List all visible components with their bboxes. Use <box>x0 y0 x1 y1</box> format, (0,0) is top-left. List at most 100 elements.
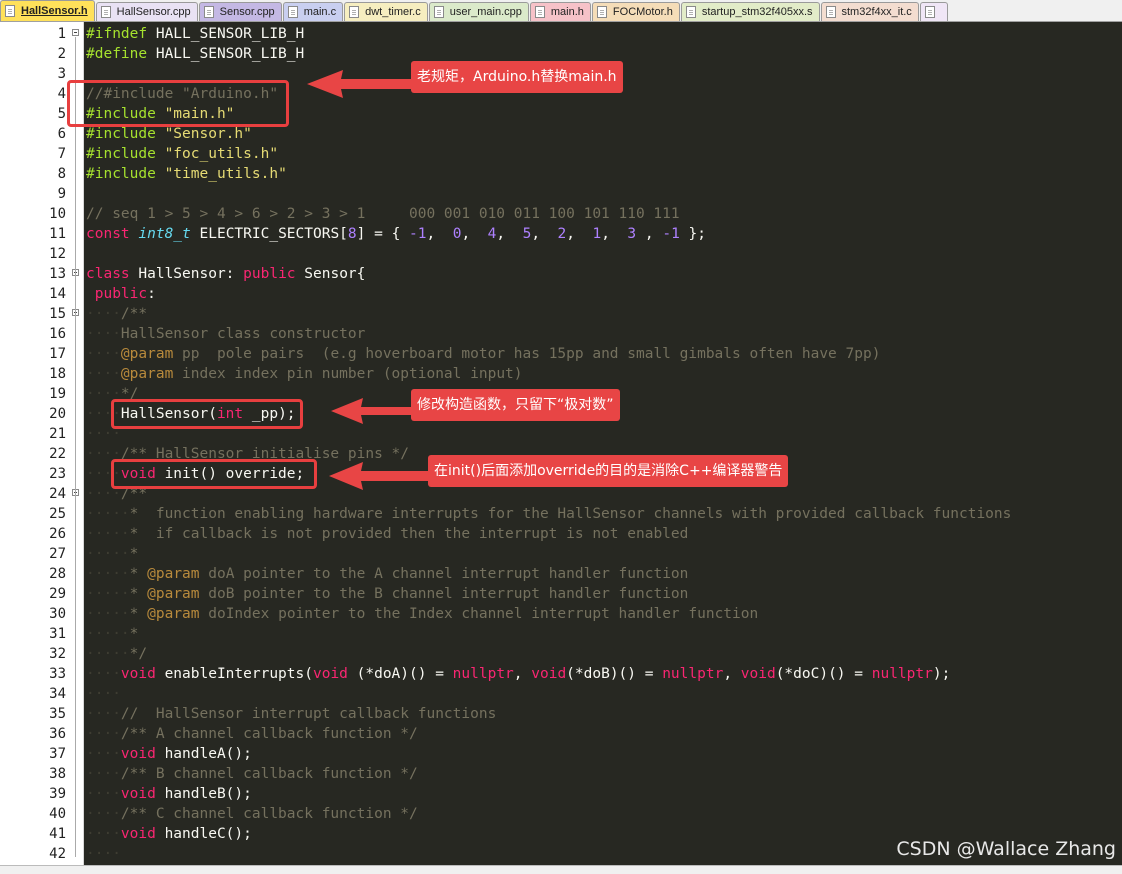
line-number: 22 <box>49 446 66 462</box>
line-number: 29 <box>49 586 66 602</box>
tab-label: main.c <box>303 6 337 18</box>
line-number: 36 <box>49 726 66 742</box>
line-number: 21 <box>49 426 66 442</box>
annotation-arrow-2 <box>331 398 411 424</box>
line-number: 38 <box>49 766 66 782</box>
tab-hallsensor-h[interactable]: HallSensor.h <box>0 0 95 21</box>
file-icon <box>349 6 360 18</box>
line-number: 41 <box>49 826 66 842</box>
tab-stm32f4xx-it-c[interactable]: stm32f4xx_it.c <box>820 2 919 21</box>
tab-bar: HallSensor.h HallSensor.cpp Sensor.cpp main… <box>0 0 1122 22</box>
line-number: 23 <box>49 466 66 482</box>
line-number: 15 <box>49 306 66 322</box>
code-line: 15 ····/** <box>0 304 1122 324</box>
code-line: 31 ·····* <box>0 624 1122 644</box>
tab-focmotor-h[interactable]: FOCMotor.h <box>591 2 680 21</box>
code-text: ·····* @param doA pointer to the A chann… <box>86 566 689 582</box>
tab-main-h[interactable]: main.h <box>529 2 591 21</box>
code-text: ····void handleC(); <box>86 826 252 842</box>
code-text: #include "foc_utils.h" <box>86 146 279 162</box>
annotation-callout-2: 修改构造函数，只留下“极对数” <box>411 389 620 421</box>
code-line: 39 ····void handleB(); <box>0 784 1122 804</box>
code-line: 7 #include "foc_utils.h" <box>0 144 1122 164</box>
file-icon <box>924 6 935 18</box>
code-text: ···· <box>86 686 121 702</box>
fold-toggle-icon[interactable] <box>72 29 79 36</box>
code-text: ····void handleB(); <box>86 786 252 802</box>
code-line: 18 ····@param index index pin number (opt… <box>0 364 1122 384</box>
highlight-box-constructor <box>111 399 303 429</box>
line-number: 17 <box>49 346 66 362</box>
code-text: public: <box>94 286 156 302</box>
line-number: 16 <box>49 326 66 342</box>
tab-label: HallSensor.cpp <box>116 6 191 18</box>
code-line: 11 const int8_t ELECTRIC_SECTORS[8] = { -… <box>0 224 1122 244</box>
code-text: ····@param pp pole pairs (e.g hoverboard… <box>86 346 881 362</box>
line-number: 30 <box>49 606 66 622</box>
code-line: 40 ····/** C channel callback function */ <box>0 804 1122 824</box>
code-line: 9 <box>0 184 1122 204</box>
code-text: ····void enableInterrupts(void (*doA)() … <box>86 666 951 682</box>
code-line: 13 class HallSensor: public Sensor{ <box>0 264 1122 284</box>
tab-label: dwt_timer.c <box>365 6 421 18</box>
code-line: 16 ····HallSensor class constructor <box>0 324 1122 344</box>
tab-hallsensor-cpp[interactable]: HallSensor.cpp <box>95 2 198 21</box>
code-text: ·····* @param doB pointer to the B chann… <box>86 586 689 602</box>
annotation-callout-1: 老规矩，Arduino.h替换main.h <box>411 61 623 93</box>
code-line: 35 ····// HallSensor interrupt callback f… <box>0 704 1122 724</box>
line-number: 26 <box>49 526 66 542</box>
line-number: 20 <box>49 406 66 422</box>
file-icon <box>825 6 836 18</box>
code-text: const int8_t ELECTRIC_SECTORS[8] = { -1,… <box>86 226 707 242</box>
code-line: 37 ····void handleA(); <box>0 744 1122 764</box>
code-editor[interactable]: 1 #ifndef HALL_SENSOR_LIB_H 2 #define HALL_… <box>0 22 1122 865</box>
code-line: 34 ···· <box>0 684 1122 704</box>
code-text: ····@param index index pin number (optio… <box>86 366 523 382</box>
line-number: 13 <box>49 266 66 282</box>
line-number: 28 <box>49 566 66 582</box>
tab-label: Sensor.cpp <box>219 6 275 18</box>
file-icon <box>287 6 298 18</box>
code-text: // seq 1 > 5 > 4 > 6 > 2 > 3 > 1 000 001… <box>86 206 680 222</box>
tab-dwt-timer-c[interactable]: dwt_timer.c <box>344 2 428 21</box>
code-text: ·····* @param doIndex pointer to the Ind… <box>86 606 759 622</box>
line-number: 34 <box>49 686 66 702</box>
line-number: 24 <box>49 486 66 502</box>
code-line: 1 #ifndef HALL_SENSOR_LIB_H <box>0 24 1122 44</box>
line-number: 33 <box>49 666 66 682</box>
code-line: 14 public: <box>0 284 1122 304</box>
line-number: 11 <box>49 226 66 242</box>
tab-sensor-cpp[interactable]: Sensor.cpp <box>198 2 282 21</box>
code-line: 8 #include "time_utils.h" <box>0 164 1122 184</box>
code-text: ····/** C channel callback function */ <box>86 806 418 822</box>
code-text: ····HallSensor class constructor <box>86 326 366 342</box>
code-text: ·····* <box>86 626 139 642</box>
tab-main-c[interactable]: main.c <box>282 2 344 21</box>
line-number: 12 <box>49 246 66 262</box>
code-line: 17 ····@param pp pole pairs (e.g hoverboa… <box>0 344 1122 364</box>
tab-user-main-cpp[interactable]: user_main.cpp <box>428 2 529 21</box>
line-number: 1 <box>57 26 66 42</box>
code-text: ····void handleA(); <box>86 746 252 762</box>
file-icon <box>433 6 444 18</box>
code-line: 32 ·····*/ <box>0 644 1122 664</box>
code-text: ····// HallSensor interrupt callback fun… <box>86 706 497 722</box>
fold-guide <box>75 277 76 857</box>
tab-overflow[interactable] <box>919 2 948 21</box>
code-line: 10 // seq 1 > 5 > 4 > 6 > 2 > 3 > 1 000 0… <box>0 204 1122 224</box>
tab-startup-stm32f405xx-s[interactable]: startup_stm32f405xx.s <box>680 2 820 21</box>
code-line: 25 ·····* function enabling hardware inte… <box>0 504 1122 524</box>
watermark: CSDN @Wallace Zhang <box>896 838 1116 860</box>
tab-label: FOCMotor.h <box>612 6 673 18</box>
line-number: 8 <box>57 166 66 182</box>
line-number: 4 <box>57 86 66 102</box>
line-number: 37 <box>49 746 66 762</box>
line-number: 2 <box>57 46 66 62</box>
file-icon <box>5 5 15 17</box>
code-text: #include "Sensor.h" <box>86 126 252 142</box>
code-text: ·····* <box>86 546 139 562</box>
tab-label: user_main.cpp <box>449 6 522 18</box>
code-line: 6 #include "Sensor.h" <box>0 124 1122 144</box>
tab-label: stm32f4xx_it.c <box>841 6 912 18</box>
code-text: ·····* function enabling hardware interr… <box>86 506 1012 522</box>
